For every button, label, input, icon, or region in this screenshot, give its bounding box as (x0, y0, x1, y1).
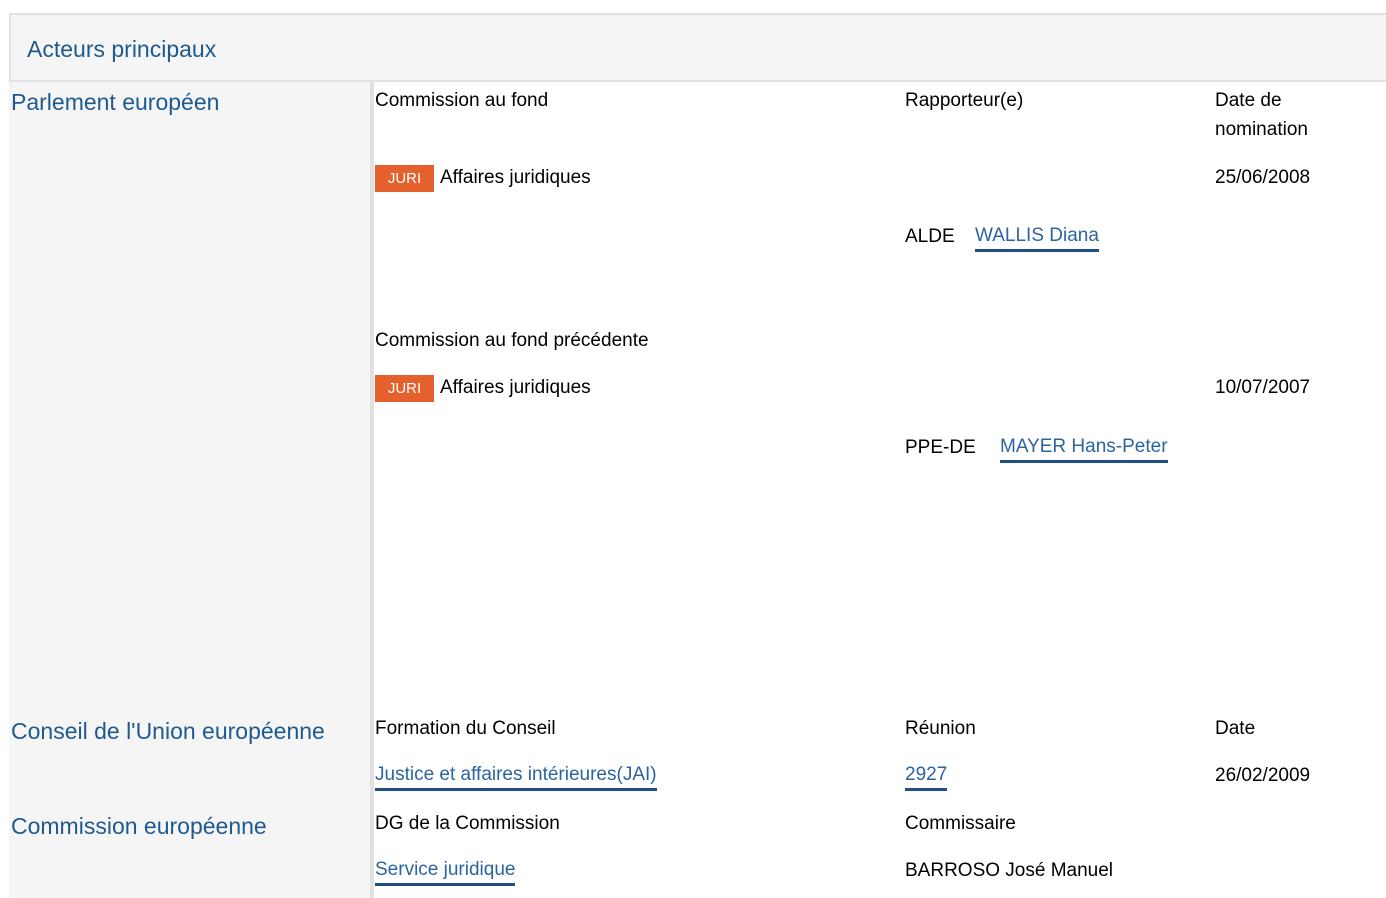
political-group: ALDE (905, 226, 955, 247)
col-commissioner-header: Commissaire (905, 813, 1016, 834)
council-date: 26/02/2009 (1215, 765, 1311, 786)
rapporteur-link[interactable]: WALLIS Diana (975, 224, 1099, 252)
col-formation-header: Formation du Conseil (375, 718, 556, 739)
column-divider (370, 82, 374, 898)
previous-committee-label: Commission au fond précédente (375, 330, 649, 351)
col-date-header-line1: Date de (1215, 90, 1282, 111)
committee-name: Affaires juridiques (440, 167, 591, 188)
dg-link[interactable]: Service juridique (375, 858, 516, 886)
council-meeting-link[interactable]: 2927 (905, 763, 948, 791)
council-formation-link[interactable]: Justice et affaires intérieures(JAI) (375, 763, 657, 791)
nomination-date: 25/06/2008 (1215, 167, 1311, 188)
previous-rapporteur-link[interactable]: MAYER Hans-Peter (1000, 435, 1168, 463)
council-title: Conseil de l'Union européenne (11, 718, 325, 744)
col-rapporteur-header: Rapporteur(e) (905, 90, 1024, 111)
col-committee-header: Commission au fond (375, 90, 549, 111)
previous-committee-name: Affaires juridiques (440, 377, 591, 398)
col-council-date-header: Date (1215, 718, 1256, 739)
previous-political-group: PPE-DE (905, 437, 976, 458)
parliament-title: Parlement européen (11, 89, 220, 115)
committee-badge: JURI (375, 165, 434, 192)
section-header: Acteurs principaux (9, 13, 1386, 82)
col-date-header-line2: nomination (1215, 119, 1308, 140)
commission-title: Commission européenne (11, 813, 267, 839)
header-title: Acteurs principaux (27, 36, 217, 62)
col-dg-header: DG de la Commission (375, 813, 560, 834)
commissioner-name: BARROSO José Manuel (905, 860, 1114, 881)
previous-committee-badge: JURI (375, 375, 434, 402)
previous-nomination-date: 10/07/2007 (1215, 377, 1311, 398)
col-meeting-header: Réunion (905, 718, 976, 739)
left-label-column (9, 82, 370, 898)
